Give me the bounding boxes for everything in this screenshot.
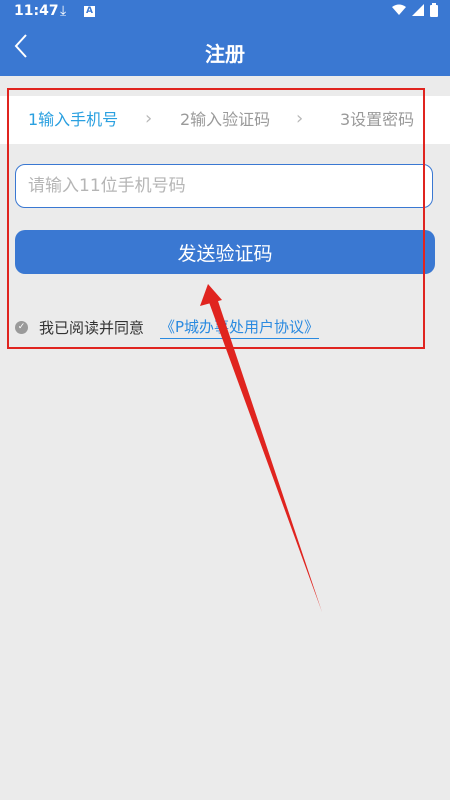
page-title: 注册 <box>205 42 245 66</box>
signal-icon <box>412 4 424 16</box>
agreement-link[interactable]: 《P城办事处用户协议》 <box>160 316 320 339</box>
send-code-button[interactable]: 发送验证码 <box>15 230 435 274</box>
step-3: 3设置密码 <box>340 110 415 129</box>
chevron-right-icon: › <box>145 108 153 129</box>
step-indicator: 1输入手机号 › 2输入验证码 › 3设置密码 <box>0 96 450 144</box>
title-bar: 注册 <box>0 24 450 76</box>
download-icon: ⤓ <box>60 3 67 19</box>
a-icon: A <box>84 6 95 17</box>
agreement-text: 我已阅读并同意 <box>39 319 145 337</box>
phone-input[interactable] <box>15 164 433 208</box>
status-right-icons <box>392 3 438 17</box>
step-2: 2输入验证码 <box>180 110 271 129</box>
battery-icon <box>430 3 438 17</box>
step-1: 1输入手机号 <box>28 110 119 129</box>
chevron-right-icon: › <box>296 108 304 129</box>
wifi-icon <box>392 4 406 15</box>
status-time: 11:47 <box>14 3 59 19</box>
agree-checkbox[interactable]: ✓ <box>15 321 28 334</box>
status-bar: 11:47 ⤓ A <box>0 0 450 24</box>
